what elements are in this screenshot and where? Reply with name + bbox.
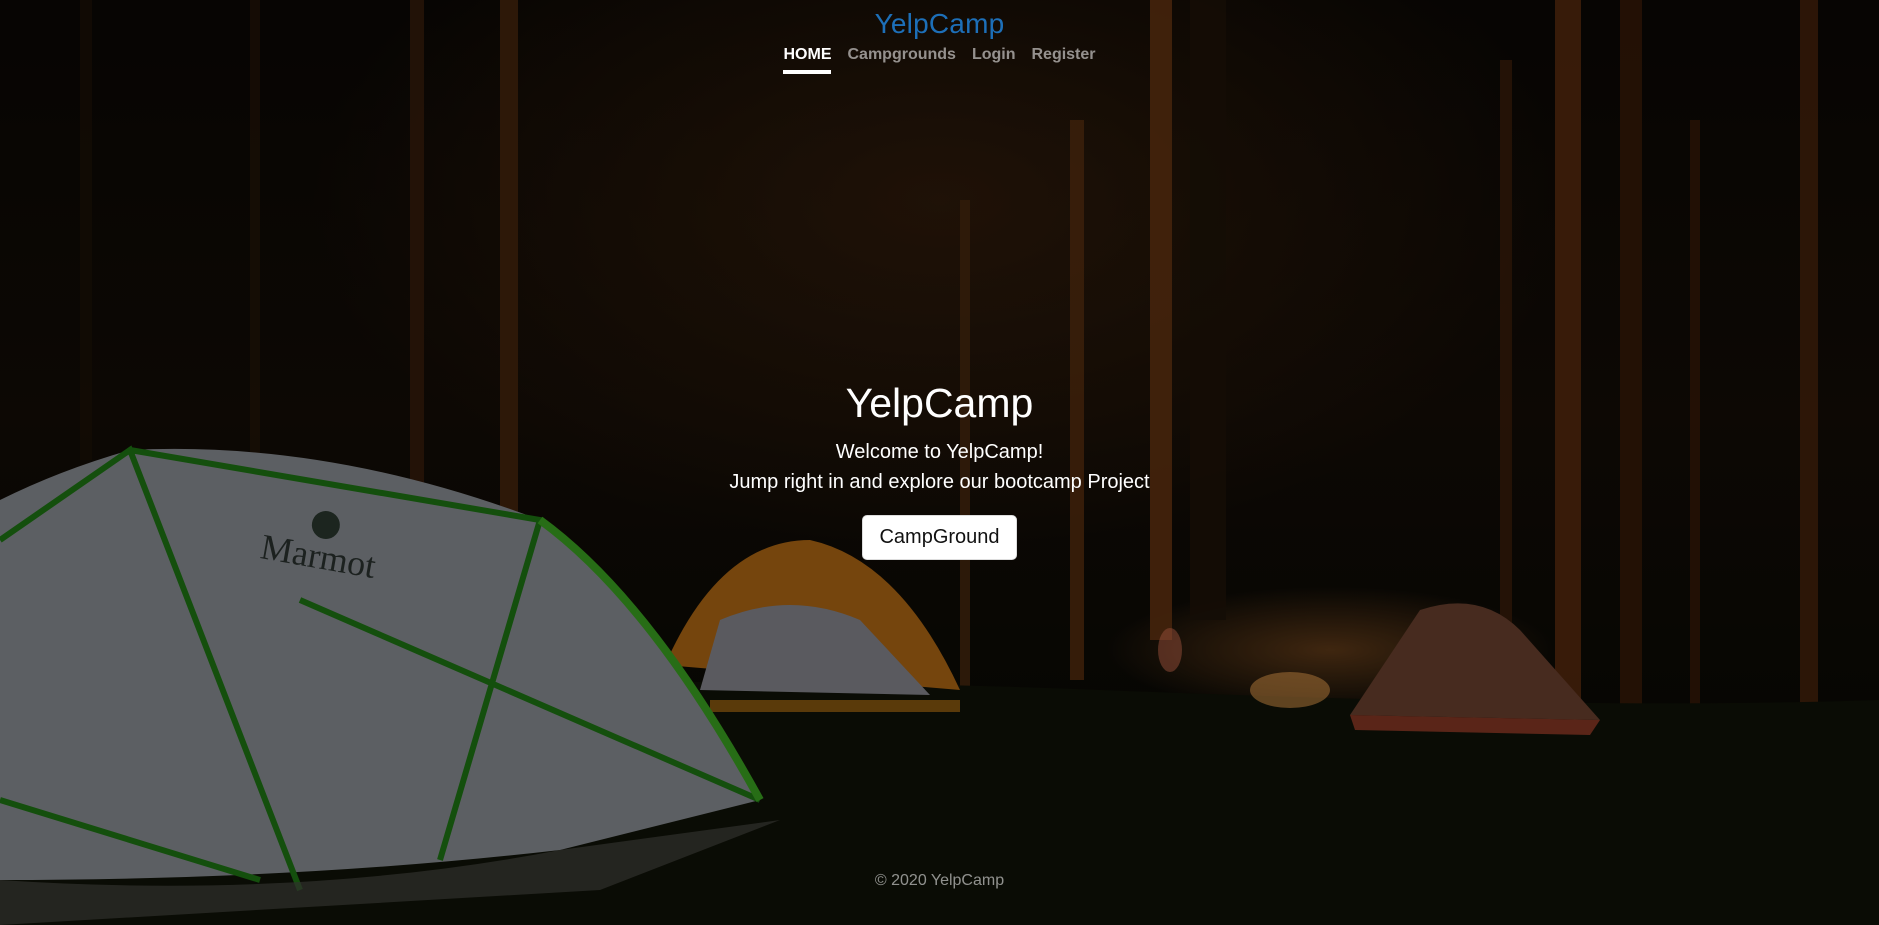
nav-link-campgrounds[interactable]: Campgrounds	[847, 46, 955, 74]
site-footer: © 2020 YelpCamp	[0, 872, 1879, 890]
nav-link-login[interactable]: Login	[972, 46, 1016, 74]
hero-line-explore: Jump right in and explore our bootcamp P…	[729, 471, 1150, 493]
campground-button[interactable]: CampGround	[862, 515, 1017, 560]
nav-link-register[interactable]: Register	[1031, 46, 1095, 74]
site-header: YelpCamp HOME Campgrounds Login Register	[0, 0, 1879, 74]
brand-logo-link[interactable]: YelpCamp	[875, 8, 1005, 40]
footer-copyright: © 2020 YelpCamp	[874, 872, 1005, 889]
main-nav: HOME Campgrounds Login Register	[0, 46, 1879, 74]
hero-welcome-text: Welcome to YelpCamp! Jump right in and e…	[0, 437, 1879, 497]
hero-title: YelpCamp	[845, 380, 1034, 426]
cover-page: Marmot YelpCamp HOME Campgrounds Login R…	[0, 0, 1879, 925]
hero-section: YelpCamp Welcome to YelpCamp! Jump right…	[0, 380, 1879, 560]
hero-line-welcome: Welcome to YelpCamp!	[835, 441, 1044, 463]
nav-link-home[interactable]: HOME	[783, 46, 832, 74]
